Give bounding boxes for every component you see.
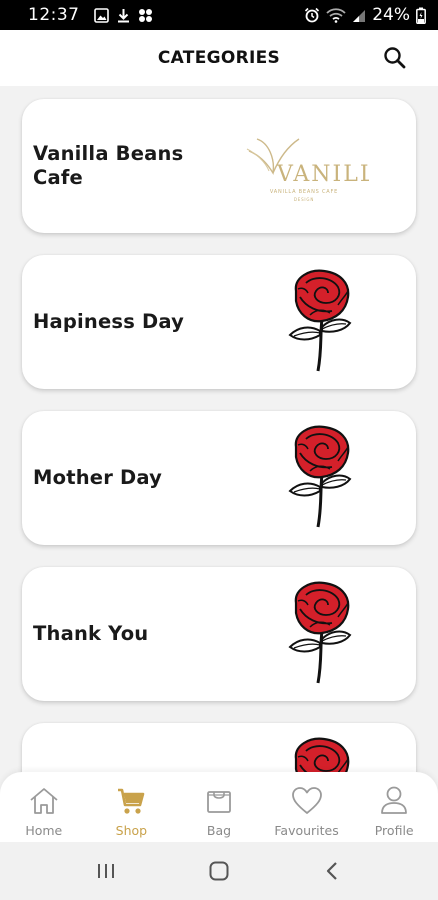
nav-item-home[interactable]: Home bbox=[0, 772, 88, 842]
category-label: Hapiness Day bbox=[33, 310, 185, 333]
home-icon bbox=[27, 784, 61, 818]
cart-icon bbox=[114, 784, 148, 818]
logo-subtext-2: DESIGN bbox=[293, 196, 315, 202]
nav-label-shop: Shop bbox=[115, 823, 148, 838]
home-system-button[interactable] bbox=[199, 851, 239, 891]
home-square-icon bbox=[209, 861, 229, 881]
vanilla-logo-mark: VANILLA bbox=[246, 137, 369, 187]
battery-icon bbox=[416, 7, 426, 24]
profile-icon bbox=[377, 784, 411, 818]
logo-subtext: VANILLA BEANS CAFE bbox=[269, 188, 339, 195]
red-rose-icon bbox=[276, 581, 366, 687]
back-chevron-icon bbox=[326, 862, 337, 880]
recent-apps-icon bbox=[98, 864, 115, 878]
category-card-hapiness-day[interactable]: Hapiness Day bbox=[22, 255, 416, 389]
vanilla-logo: VANILLA VANILLA BEANS CAFE DESIGN bbox=[239, 127, 369, 207]
vanilla-logo-image: VANILLA VANILLA BEANS CAFE DESIGN bbox=[234, 111, 374, 223]
logo-wordmark: VANILLA bbox=[276, 162, 369, 187]
category-card-partial[interactable] bbox=[22, 723, 416, 776]
category-label: Thank You bbox=[33, 622, 149, 645]
nav-item-bag[interactable]: Bag bbox=[175, 772, 263, 842]
red-rose-icon bbox=[276, 737, 366, 776]
categories-list[interactable]: Vanilla Beans Cafe VANILLA VANILLA BEANS… bbox=[0, 86, 438, 776]
download-notification-icon bbox=[117, 8, 130, 23]
category-label: Vanilla Beans Cafe bbox=[33, 142, 184, 189]
alarm-icon bbox=[304, 7, 320, 23]
status-time: 12:37 bbox=[28, 5, 80, 25]
wifi-icon bbox=[326, 7, 346, 23]
category-card-mother-day[interactable]: Mother Day bbox=[22, 411, 416, 545]
battery-percent: 24% bbox=[372, 5, 410, 25]
signal-icon bbox=[352, 8, 366, 23]
rose-image bbox=[276, 425, 366, 531]
search-button[interactable] bbox=[382, 45, 408, 71]
nav-label-profile: Profile bbox=[374, 823, 414, 838]
status-notification-icons bbox=[93, 7, 153, 23]
rose-image bbox=[276, 269, 366, 375]
system-navigation-bar bbox=[0, 842, 438, 900]
rose-image bbox=[276, 737, 366, 776]
nav-label-bag: Bag bbox=[206, 823, 232, 838]
red-rose-icon bbox=[276, 269, 366, 375]
status-system-icons: 24% bbox=[304, 5, 426, 25]
category-card-thank-you[interactable]: Thank You bbox=[22, 567, 416, 701]
nav-item-shop[interactable]: Shop bbox=[88, 772, 176, 842]
image-notification-icon bbox=[93, 7, 109, 23]
bottom-navigation: Home Shop Bag Favourites Profile bbox=[0, 772, 438, 842]
apps-notification-icon bbox=[138, 8, 153, 23]
recent-apps-button[interactable] bbox=[86, 851, 126, 891]
status-bar: 12:37 24% bbox=[0, 0, 438, 30]
page-title: CATEGORIES bbox=[157, 48, 281, 68]
app-header: CATEGORIES bbox=[0, 30, 438, 86]
back-button[interactable] bbox=[312, 851, 352, 891]
search-icon bbox=[384, 47, 406, 69]
red-rose-icon bbox=[276, 425, 366, 531]
bag-icon bbox=[202, 784, 236, 818]
nav-label-favourites: Favourites bbox=[274, 823, 339, 838]
nav-item-profile[interactable]: Profile bbox=[350, 772, 438, 842]
category-label: Mother Day bbox=[33, 466, 163, 489]
nav-label-home: Home bbox=[25, 823, 63, 838]
nav-item-favourites[interactable]: Favourites bbox=[263, 772, 351, 842]
heart-icon bbox=[290, 784, 324, 818]
rose-image bbox=[276, 581, 366, 687]
category-card-vanilla-beans-cafe[interactable]: Vanilla Beans Cafe VANILLA VANILLA BEANS… bbox=[22, 99, 416, 233]
